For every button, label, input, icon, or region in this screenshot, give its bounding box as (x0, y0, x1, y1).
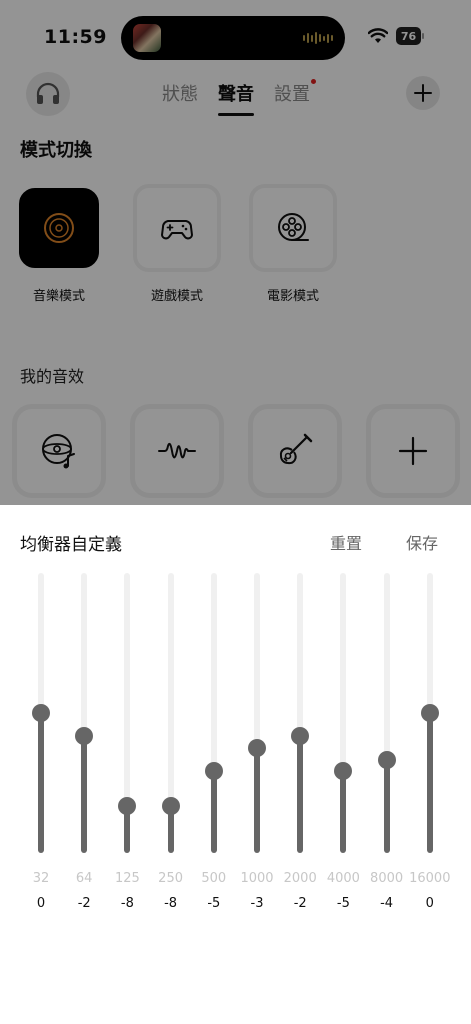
eq-slider-knob[interactable] (75, 727, 94, 746)
eq-slider-knob[interactable] (291, 727, 310, 746)
eq-slider-knob[interactable] (420, 704, 439, 722)
eq-slider-fill (38, 713, 44, 853)
eq-slider-knob[interactable] (248, 739, 266, 757)
eq-slider-knob[interactable] (118, 797, 137, 816)
equalizer-title: 均衡器自定義 (20, 535, 122, 555)
eq-slider-knob[interactable] (377, 750, 396, 769)
eq-slider-knob[interactable] (334, 762, 353, 781)
eq-slider-knob[interactable] (204, 762, 223, 781)
eq-gain-value: 0 (425, 896, 434, 911)
modal-overlay[interactable] (0, 0, 471, 505)
eq-slider-fill (383, 759, 390, 853)
eq-slider-fill (254, 748, 260, 853)
eq-slider-knob[interactable] (32, 704, 50, 722)
eq-slider-fill (297, 736, 304, 853)
equalizer-sheet: 均衡器自定義 重置 保存 32 0 64 -2 125 -8 250 -8 500 -5 1000-… (0, 505, 471, 1024)
eq-slider-fill (210, 771, 217, 853)
eq-frequency-label: 16000 (409, 871, 451, 886)
save-button[interactable]: 保存 (406, 530, 438, 554)
reset-button[interactable]: 重置 (330, 530, 362, 554)
eq-slider-fill (81, 736, 88, 853)
eq-slider-fill (340, 771, 347, 853)
eq-slider-fill (426, 713, 433, 853)
eq-slider-knob[interactable] (161, 797, 180, 816)
